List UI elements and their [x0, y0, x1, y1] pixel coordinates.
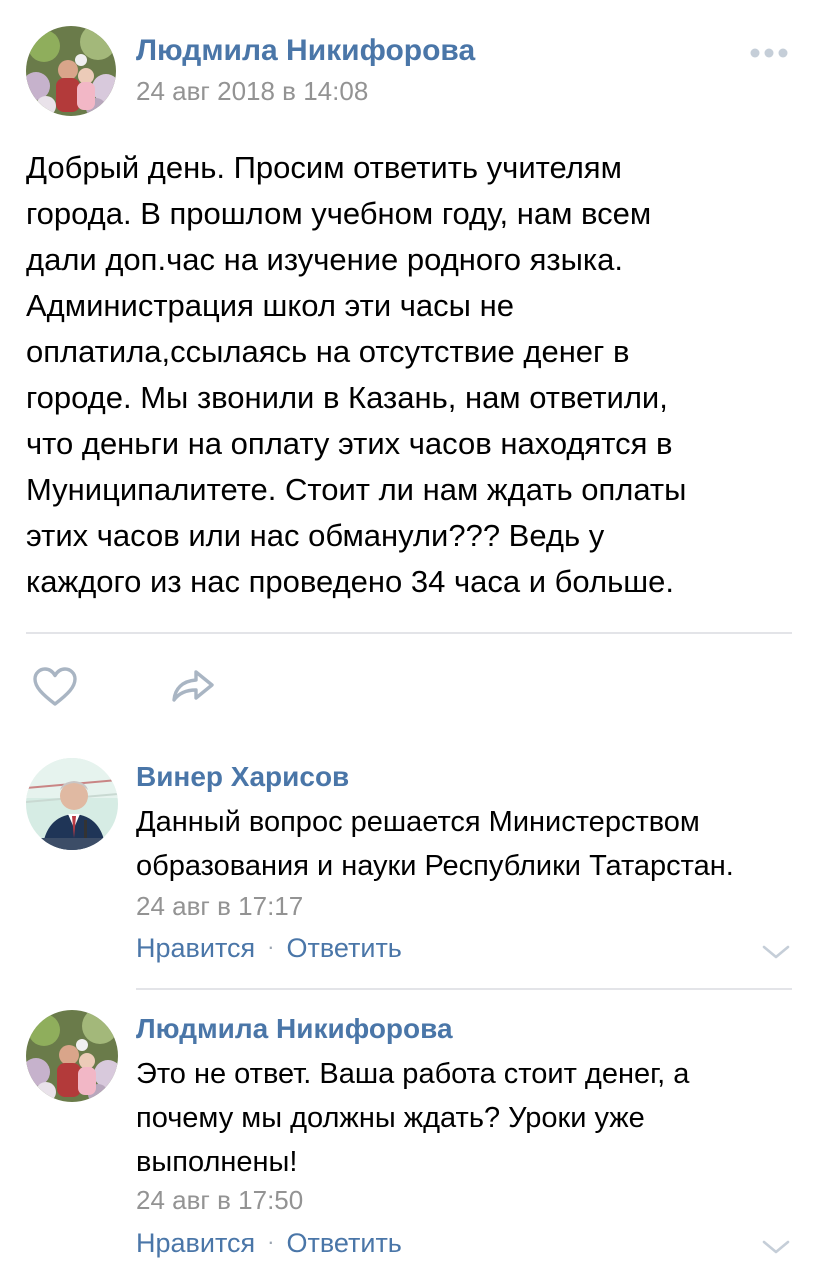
comment-date: 24 авг в 17:50 [136, 1185, 304, 1215]
post-text-line: Администрация школ эти часы не [26, 288, 514, 323]
comment-text-line: выполнены! [136, 1146, 298, 1178]
post-text-line: города. В прошлом учебном году, нам всем [26, 196, 652, 231]
comment: Людмила Никифорова Это не ответ. Ваша ра… [26, 1010, 793, 1270]
post-text-line: городе. Мы звонили в Казань, нам ответил… [26, 380, 668, 415]
share-arrow-icon[interactable] [170, 666, 216, 706]
comment-actions: Нравится · Ответить [136, 933, 402, 964]
comment-date: 24 авг в 17:17 [136, 891, 304, 921]
comment-text-line: образования и науки Республики Татарстан… [136, 850, 734, 882]
comment-avatar[interactable] [26, 1010, 118, 1102]
author-avatar[interactable] [26, 26, 116, 116]
comment-author-name[interactable]: Людмила Никифорова [136, 1013, 453, 1045]
post-text-line: дали доп.час на изучение родного языка. [26, 242, 624, 277]
comment-author-name[interactable]: Винер Харисов [136, 761, 349, 793]
post-text-line: этих часов или нас обманули??? Ведь у [26, 518, 605, 553]
comment-text-line: Это не ответ. Ваша работа стоит денег, а [136, 1058, 690, 1090]
post-author-name[interactable]: Людмила Никифорова [136, 34, 475, 68]
separator-dot: · [267, 1229, 275, 1254]
comment-actions: Нравится · Ответить [136, 1228, 402, 1259]
comment-like-link[interactable]: Нравится [136, 1228, 255, 1258]
avatar-photo [26, 26, 116, 116]
comment: Винер Харисов Данный вопрос решается Мин… [26, 758, 793, 968]
comment-avatar[interactable] [26, 758, 118, 850]
comment-text: Это не ответ. Ваша работа стоит денег, а… [136, 1052, 796, 1184]
chevron-down-icon[interactable] [761, 1238, 791, 1256]
post-divider [26, 632, 792, 634]
comment-text-line: почему мы должны ждать? Уроки уже [136, 1102, 645, 1134]
comment-text: Данный вопрос решается Министерством обр… [136, 800, 796, 888]
post-header: Людмила Никифорова 24 авг 2018 в 14:08 [26, 26, 793, 116]
comment-like-link[interactable]: Нравится [136, 933, 255, 963]
post-text-line: что деньги на оплату этих часов находятс… [26, 426, 673, 461]
chevron-down-icon[interactable] [761, 943, 791, 961]
more-dots-icon[interactable] [749, 46, 789, 60]
post-text-line: оплатила,ссылаясь на отсутствие денег в [26, 334, 630, 369]
post-text-line: Муниципалитете. Стоит ли нам ждать оплат… [26, 472, 687, 507]
post-date: 24 авг 2018 в 14:08 [136, 76, 369, 106]
avatar-photo [26, 1010, 118, 1102]
comment-reply-link[interactable]: Ответить [286, 933, 401, 963]
post-text: Добрый день. Просим ответить учителям го… [26, 145, 796, 605]
heart-icon[interactable] [32, 666, 78, 708]
comment-divider [136, 988, 792, 990]
separator-dot: · [267, 934, 275, 959]
comment-text-line: Данный вопрос решается Министерством [136, 806, 700, 838]
post-text-line: каждого из нас проведено 34 часа и больш… [26, 564, 674, 599]
comment-reply-link[interactable]: Ответить [286, 1228, 401, 1258]
avatar-photo [26, 758, 118, 850]
post-text-line: Добрый день. Просим ответить учителям [26, 150, 622, 185]
